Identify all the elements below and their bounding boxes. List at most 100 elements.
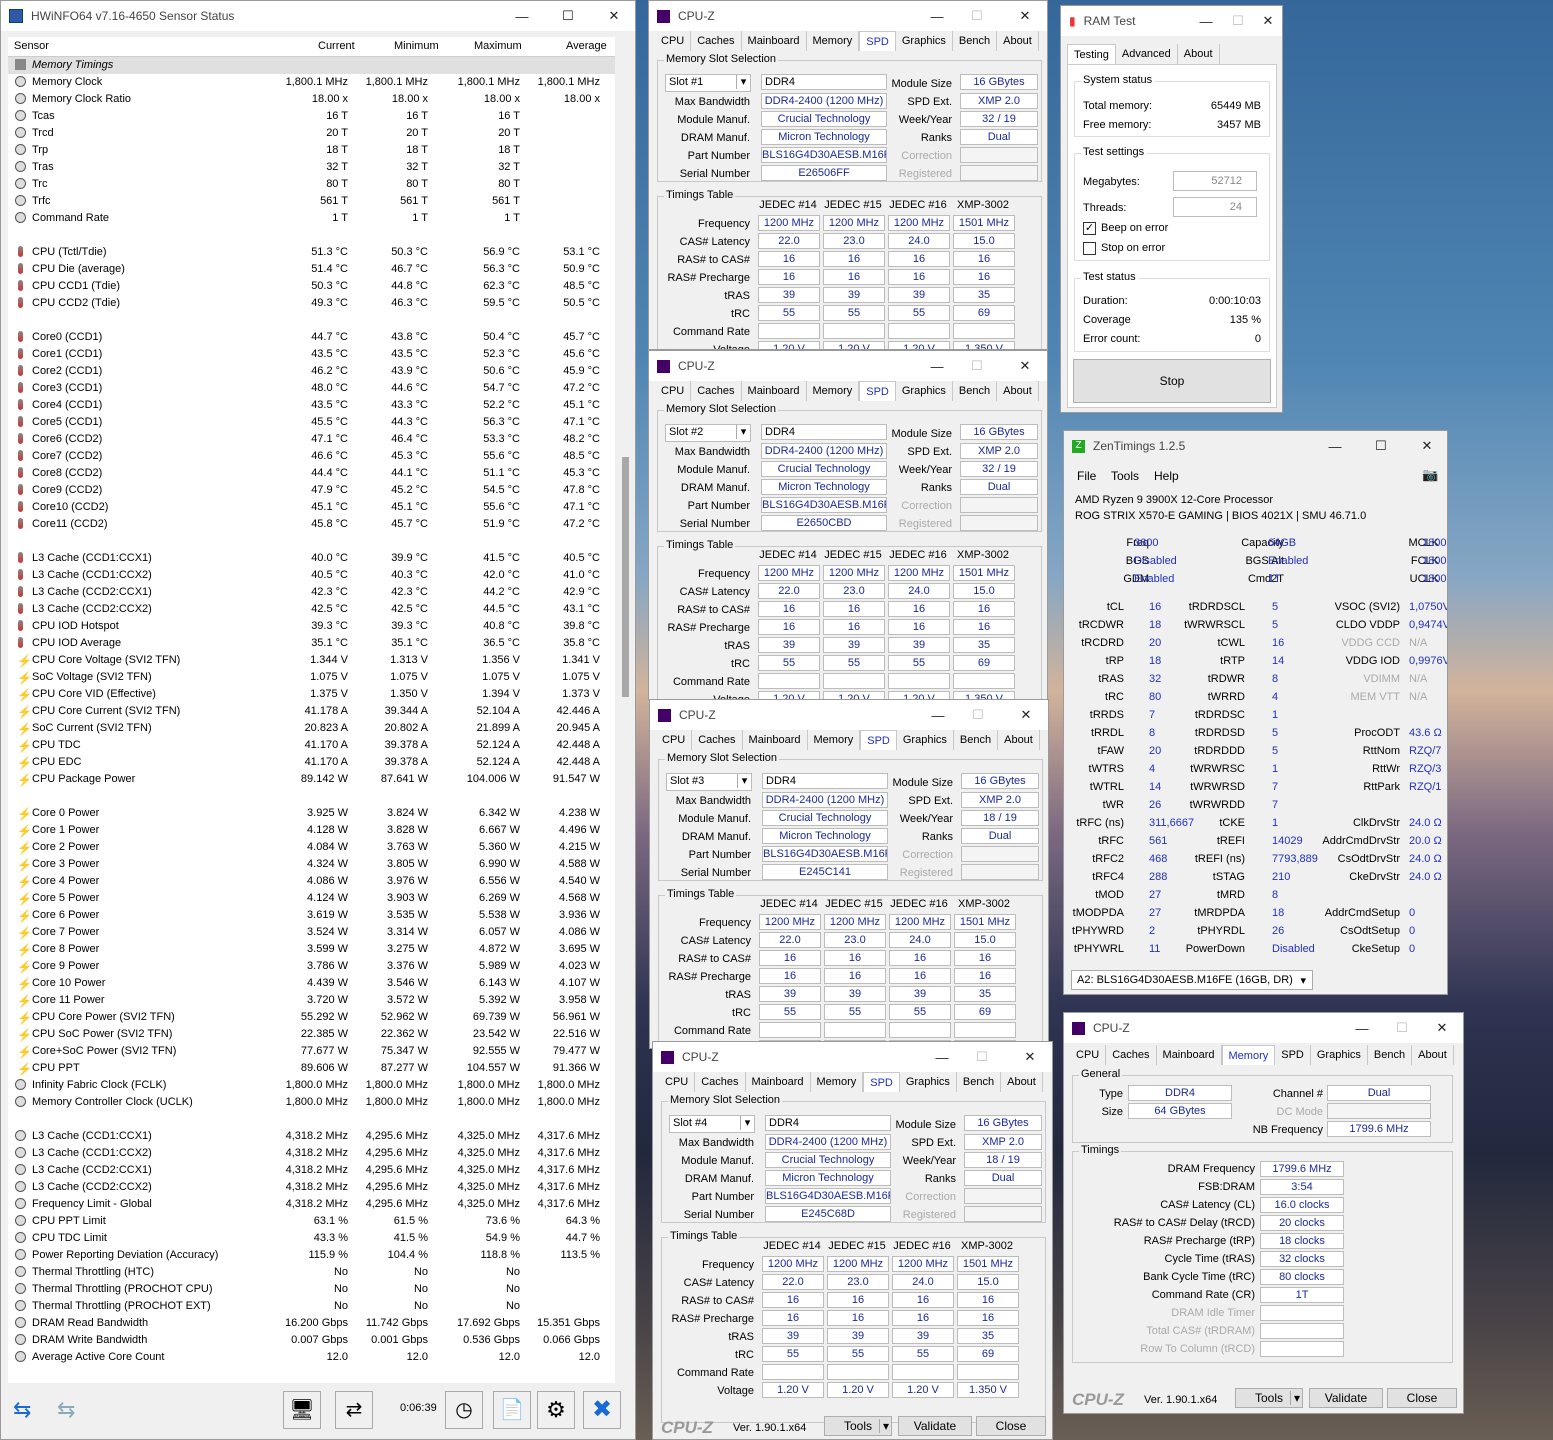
sensor-row[interactable]: ⚡ Core 7 Power 3.524 W 3.314 W 6.057 W 4.086 … (8, 924, 615, 941)
menu-help[interactable]: Help (1154, 469, 1179, 483)
sensor-row[interactable]: ⚡ SoC Current (SVI2 TFN) 20.823 A 20.802 A 2… (8, 720, 615, 737)
sensor-row[interactable]: ⚡ Core 10 Power 4.439 W 3.546 W 6.143 W 4.107… (8, 975, 615, 992)
close-icon[interactable]: ✕ (1006, 700, 1046, 730)
slot-select[interactable]: Slot #2 ▾ (665, 424, 751, 442)
sensor-row[interactable]: ⚡ CPU Core Power (SVI2 TFN) 55.292 W 52.962… (8, 1009, 615, 1026)
sensor-row[interactable]: Core1 (CCD1) 43.5 °C 43.5 °C 52.3 °C 45.6 °C (8, 346, 615, 363)
tab-graphics[interactable]: Graphics (1311, 1045, 1368, 1065)
sensor-row[interactable]: Tcas 16 T 16 T 16 T (8, 108, 615, 125)
sensor-row[interactable]: CPU CCD2 (Tdie) 49.3 °C 46.3 °C 59.5 °C 50.5… (8, 295, 615, 312)
close-icon[interactable]: ✕ (1005, 351, 1045, 381)
menu-tools[interactable]: Tools (1111, 469, 1139, 483)
slot-select[interactable]: Slot #3 ▾ (666, 773, 752, 791)
sensor-row[interactable]: Thermal Throttling (PROCHOT EXT) No No No (8, 1298, 615, 1315)
sensor-row[interactable]: Core8 (CCD2) 44.4 °C 44.1 °C 51.1 °C 45.3 °C (8, 465, 615, 482)
minimize-icon[interactable]: — (918, 700, 958, 730)
stop-on-error-checkbox[interactable] (1083, 242, 1096, 255)
sensor-row[interactable]: Core7 (CCD2) 46.6 °C 45.3 °C 55.6 °C 48.5 °C (8, 448, 615, 465)
beep-checkbox[interactable]: ✓ (1083, 222, 1096, 235)
clock-icon[interactable]: ◷ (445, 1391, 483, 1429)
camera-icon[interactable]: 📷 (1422, 467, 1438, 483)
tab-caches[interactable]: Caches (1106, 1045, 1157, 1065)
arrows-icon[interactable]: ⇆ (13, 1397, 31, 1423)
maximize-icon[interactable]: ☐ (1358, 431, 1404, 461)
maximize-icon[interactable]: ☐ (958, 700, 998, 730)
stop-button[interactable]: Stop (1073, 359, 1271, 403)
threads-input[interactable]: 24 (1173, 197, 1257, 217)
sensor-row[interactable]: Core11 (CCD2) 45.8 °C 45.7 °C 51.9 °C 47.2 °… (8, 516, 615, 533)
tab-graphics[interactable]: Graphics (897, 730, 954, 750)
minimize-icon[interactable]: — (1191, 6, 1221, 36)
sensor-row[interactable]: Core0 (CCD1) 44.7 °C 43.8 °C 50.4 °C 45.7 °C (8, 329, 615, 346)
sensor-row[interactable]: Core9 (CCD2) 47.9 °C 45.2 °C 54.5 °C 47.8 °C (8, 482, 615, 499)
sensor-row[interactable]: Trfc 561 T 561 T 561 T (8, 193, 615, 210)
tab-spd[interactable]: SPD (859, 31, 896, 51)
close-icon[interactable]: ✕ (1005, 1, 1045, 31)
sensor-row[interactable]: L3 Cache (CCD1:CCX1) 4,318.2 MHz 4,295.6 M… (8, 1128, 615, 1145)
tab-testing[interactable]: Testing (1067, 44, 1116, 64)
tab-about[interactable]: About (997, 31, 1039, 51)
sensor-row[interactable]: Core5 (CCD1) 45.5 °C 44.3 °C 56.3 °C 47.1 °C (8, 414, 615, 431)
tab-cpu[interactable]: CPU (1070, 1045, 1107, 1065)
maximize-icon[interactable]: ☐ (957, 1, 997, 31)
tab-caches[interactable]: Caches (691, 31, 742, 51)
tab-spd[interactable]: SPD (859, 381, 896, 401)
tab-cpu[interactable]: CPU (655, 381, 692, 401)
sensor-row[interactable]: L3 Cache (CCD1:CCX1) 40.0 °C 39.9 °C 41.5 °… (8, 550, 615, 567)
tab-about[interactable]: About (1412, 1045, 1454, 1065)
sensor-row[interactable]: CPU TDC Limit 43.3 % 41.5 % 54.9 % 44.7 % (8, 1230, 615, 1247)
maximize-icon[interactable]: ☐ (1223, 6, 1253, 36)
tab-spd[interactable]: SPD (860, 730, 897, 750)
menu-file[interactable]: File (1077, 469, 1096, 483)
sensor-row[interactable]: Core10 (CCD2) 45.1 °C 45.1 °C 55.6 °C 47.1 °… (8, 499, 615, 516)
sensor-row[interactable]: ⚡ CPU Package Power 89.142 W 87.641 W 104.00… (8, 771, 615, 788)
maximize-icon[interactable]: ☐ (962, 1042, 1002, 1072)
maximize-icon[interactable]: ☐ (545, 1, 591, 31)
close-sensors-icon[interactable]: ✖ (583, 1391, 621, 1429)
sensor-row[interactable]: ⚡ Core 1 Power 4.128 W 3.828 W 6.667 W 4.496 … (8, 822, 615, 839)
sensor-row[interactable]: CPU IOD Average 35.1 °C 35.1 °C 36.5 °C 35.8… (8, 635, 615, 652)
minimize-icon[interactable]: — (917, 1, 957, 31)
tab-bench[interactable]: Bench (954, 730, 999, 750)
sensor-row[interactable]: ⚡ SoC Voltage (SVI2 TFN) 1.075 V 1.075 V 1.0… (8, 669, 615, 686)
col-average[interactable]: Average (566, 40, 607, 52)
tab-bench[interactable]: Bench (953, 31, 998, 51)
sensor-row[interactable]: ⚡ Core 8 Power 3.599 W 3.275 W 4.872 W 3.695 … (8, 941, 615, 958)
minimize-icon[interactable]: — (499, 1, 545, 31)
sensor-row[interactable]: L3 Cache (CCD2:CCX2) 42.5 °C 42.5 °C 44.5 °… (8, 601, 615, 618)
network-icon[interactable]: ⇄ (335, 1391, 373, 1429)
tab-bench[interactable]: Bench (953, 381, 998, 401)
tab-memory[interactable]: Memory (808, 730, 861, 750)
close-icon[interactable]: ✕ (591, 1, 635, 31)
close-button[interactable]: Close (976, 1416, 1046, 1436)
sensor-row[interactable]: L3 Cache (CCD1:CCX2) 40.5 °C 40.3 °C 42.0 °… (8, 567, 615, 584)
tab-graphics[interactable]: Graphics (900, 1072, 957, 1092)
sensor-row[interactable]: ⚡ CPU Core Current (SVI2 TFN) 41.178 A 39.3… (8, 703, 615, 720)
sensor-row[interactable]: Trp 18 T 18 T 18 T (8, 142, 615, 159)
scrollbar[interactable] (620, 37, 632, 1383)
maximize-icon[interactable]: ☐ (1382, 1013, 1422, 1043)
sensor-row[interactable]: ⚡ Core 0 Power 3.925 W 3.824 W 6.342 W 4.238 … (8, 805, 615, 822)
close-icon[interactable]: ✕ (1253, 6, 1282, 36)
col-sensor[interactable]: Sensor (14, 40, 49, 52)
log-icon[interactable]: 📄 (493, 1391, 531, 1429)
sensor-row[interactable]: Core3 (CCD1) 48.0 °C 44.6 °C 54.7 °C 47.2 °C (8, 380, 615, 397)
sensor-row[interactable]: Core6 (CCD2) 47.1 °C 46.4 °C 53.3 °C 48.2 °C (8, 431, 615, 448)
tab-spd[interactable]: SPD (1275, 1045, 1311, 1065)
sensor-row[interactable]: Thermal Throttling (PROCHOT CPU) No No No (8, 1281, 615, 1298)
sensor-row[interactable]: ⚡ Core 9 Power 3.786 W 3.376 W 5.989 W 4.023 … (8, 958, 615, 975)
sensor-row[interactable]: ⚡ CPU EDC 41.170 A 39.378 A 52.124 A 42.448 A (8, 754, 615, 771)
tab-caches[interactable]: Caches (692, 730, 743, 750)
sensor-row[interactable]: ⚡ CPU PPT 89.606 W 87.277 W 104.557 W 91.366 … (8, 1060, 615, 1077)
tab-mainboard[interactable]: Mainboard (1157, 1045, 1222, 1065)
sensor-row[interactable]: L3 Cache (CCD2:CCX2) 4,318.2 MHz 4,295.6 M… (8, 1179, 615, 1196)
gear-icon[interactable]: ⚙ (537, 1391, 575, 1429)
tab-about[interactable]: About (1001, 1072, 1043, 1092)
sensor-row[interactable]: ⚡ Core 11 Power 3.720 W 3.572 W 5.392 W 3.958… (8, 992, 615, 1009)
scrollbar-thumb[interactable] (622, 457, 629, 697)
sensor-row[interactable]: Tras 32 T 32 T 32 T (8, 159, 615, 176)
sensor-row[interactable]: L3 Cache (CCD1:CCX2) 4,318.2 MHz 4,295.6 M… (8, 1145, 615, 1162)
tab-memory[interactable]: Memory (807, 31, 860, 51)
sensor-row[interactable]: Average Active Core Count 12.0 12.0 12.0 12.… (8, 1349, 615, 1366)
col-minimum[interactable]: Minimum (394, 40, 439, 52)
